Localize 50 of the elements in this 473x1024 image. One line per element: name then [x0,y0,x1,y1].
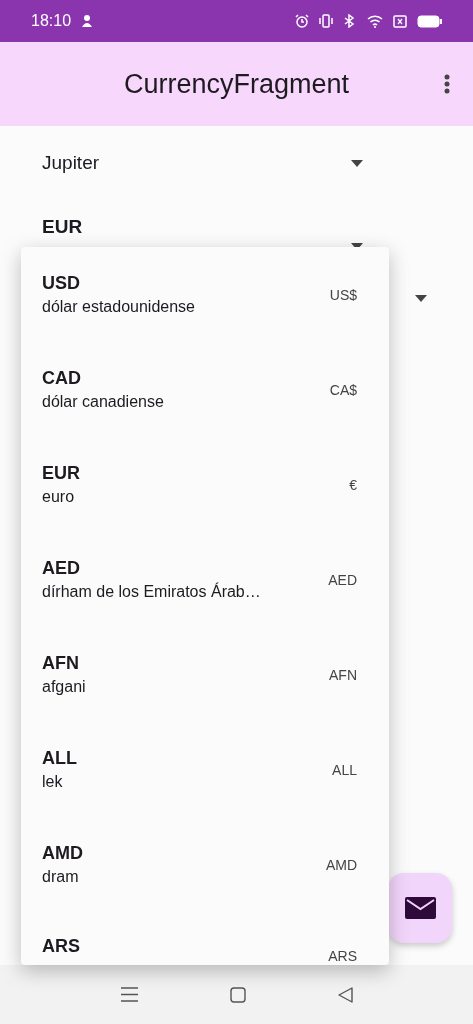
wifi-icon [367,14,383,28]
currency-menu-item[interactable]: ALL lek ALL [21,722,389,817]
currency-symbol: US$ [329,286,357,303]
currency-name: euro [42,486,76,507]
currency-code: CAD [42,366,82,390]
currency-menu-item[interactable]: EUR euro € [21,437,389,532]
currency-symbol: € [349,476,357,493]
currency-menu-item[interactable]: CAD dólar canadiense CA$ [21,342,389,437]
currency-code: AED [42,556,81,580]
currency-name: dírham de los Emiratos Árab… [42,581,261,602]
notification-icon [81,14,94,28]
clock-time: 18:10 [31,12,72,30]
currency-name: dram [42,866,80,887]
currency-code: ALL [42,746,77,770]
bluetooth-icon [343,14,357,28]
currency-code: USD [42,271,81,295]
currency-menu-item[interactable]: AMD dram AMD [21,817,389,912]
currency-menu-item[interactable]: ARS ARS [21,912,389,965]
alarm-icon [295,14,309,28]
currency-name: lek [42,771,64,792]
currency-symbol: ALL [332,761,357,778]
vibrate-icon [319,14,333,28]
currency-code: EUR [42,461,80,485]
currency-name: afgani [42,676,86,697]
envelope-icon [404,897,436,919]
currency-symbol: AMD [325,856,357,873]
back-icon[interactable] [337,986,353,1003]
currency-menu-item[interactable]: AFN afgani AFN [21,627,389,722]
battery-icon [417,14,443,28]
email-fab[interactable] [388,873,452,943]
currency-name: dólar estadounidense [42,296,195,317]
app-title: CurrencyFragment [123,68,350,100]
currency-menu-item[interactable]: AED dírham de los Emiratos Árab… AED [21,532,389,627]
currency-symbol: CA$ [329,381,357,398]
planet-spinner-value[interactable]: Jupiter [42,152,100,174]
currency-symbol: AFN [329,666,357,683]
currency-spinner-value[interactable]: EUR [42,216,83,238]
home-icon[interactable] [229,986,246,1003]
dropdown-arrow-icon [415,294,427,302]
currency-menu-item[interactable]: USD dólar estadounidense US$ [21,247,389,342]
currency-code: AFN [42,651,80,675]
currency-name: dólar canadiense [42,391,164,412]
more-options-icon[interactable] [444,74,450,94]
dropdown-arrow-icon [351,159,363,167]
no-sim-icon [393,14,407,28]
menu-icon[interactable] [120,987,138,1002]
currency-code: AMD [42,841,83,865]
currency-symbol: ARS [328,948,357,964]
currency-symbol: AED [328,571,357,588]
currency-code: ARS [42,935,80,958]
